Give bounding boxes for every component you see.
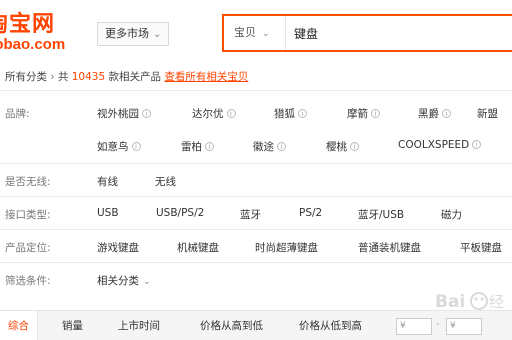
brand-option[interactable]: 樱桃 i [326, 139, 359, 154]
brand-option[interactable]: COOLXSPEED i [398, 139, 482, 151]
brand-name: COOLXSPEED [398, 139, 470, 151]
interface-option[interactable]: 磁力 [441, 207, 462, 222]
breadcrumb-separator: › [50, 71, 55, 83]
related-category-label: 相关分类 [97, 275, 139, 287]
sort-tab-price-asc[interactable]: 价格从低到高 [299, 311, 362, 340]
info-icon[interactable]: i [350, 142, 359, 151]
conditions-filter-label: 筛选条件: [5, 275, 51, 287]
divider [0, 229, 512, 230]
logo-title: 淘宝网 [0, 12, 56, 37]
info-icon[interactable]: i [226, 109, 236, 118]
info-icon[interactable]: i [371, 109, 380, 118]
breadcrumb-all-categories[interactable]: 所有分类 [5, 71, 47, 83]
positioning-option[interactable]: 机械键盘 [177, 240, 219, 255]
more-markets-label: 更多市场 [105, 27, 149, 40]
brand-name: 黑爵 [418, 108, 439, 120]
price-range-dash: - [436, 319, 440, 330]
related-category-dropdown[interactable]: 相关分类 ⌄ [97, 273, 151, 288]
chevron-down-icon: ⌄ [143, 277, 151, 287]
result-suffix: 款相关产品 [108, 71, 161, 83]
info-icon[interactable]: i [131, 142, 141, 151]
info-icon[interactable]: i [142, 109, 151, 118]
brand-name: 猎狐 [274, 108, 295, 120]
interface-option[interactable]: 蓝牙/USB [358, 207, 404, 222]
search-box: 宝贝 ⌄ [222, 14, 512, 52]
sort-tab-sales[interactable]: 销量 [62, 311, 83, 340]
info-icon[interactable]: i [277, 142, 286, 151]
brand-option[interactable]: 如意鸟 i [97, 139, 141, 154]
wireless-option[interactable]: 有线 [97, 174, 118, 189]
brand-option[interactable]: 达尔优 i [192, 106, 236, 121]
brand-name: 达尔优 [192, 108, 224, 120]
brand-name: 樱桃 [326, 141, 347, 153]
sort-bar: 综合 销量 上市时间 价格从高到低 价格从低到高 ¥ - ¥ [0, 310, 512, 340]
brand-name: 雷柏 [181, 141, 202, 153]
divider [0, 90, 512, 91]
positioning-option[interactable]: 时尚超薄键盘 [255, 240, 318, 255]
svg-text:Bai: Bai [435, 292, 465, 312]
sort-tab-new[interactable]: 上市时间 [118, 311, 160, 340]
brand-option[interactable]: 雷柏 i [181, 139, 214, 154]
brand-option[interactable]: 视外桃园 i [97, 106, 151, 121]
taobao-logo[interactable]: 淘宝网 aobao.com [0, 6, 86, 60]
brand-name: 新盟 [477, 108, 498, 120]
search-category-select[interactable]: 宝贝 ⌄ [224, 16, 286, 50]
positioning-option[interactable]: 普通装机键盘 [358, 240, 421, 255]
brand-name: 徽途 [253, 141, 274, 153]
brand-option[interactable]: 摩箭 i [347, 106, 380, 121]
chevron-down-icon: ⌄ [153, 29, 162, 40]
divider [0, 163, 512, 164]
brand-name: 视外桃园 [97, 108, 139, 120]
interface-filter-label: 接口类型: [5, 209, 51, 221]
interface-option[interactable]: PS/2 [299, 207, 322, 219]
divider [0, 196, 512, 197]
sort-tab-comprehensive[interactable]: 综合 [0, 311, 38, 340]
search-category-label: 宝贝 [234, 26, 256, 39]
brand-option[interactable]: 新盟 [477, 106, 498, 121]
info-icon[interactable]: i [442, 109, 451, 118]
logo-domain: aobao.com [0, 36, 66, 53]
wireless-option[interactable]: 无线 [155, 174, 176, 189]
info-icon[interactable]: i [472, 140, 482, 149]
sort-tab-price-desc[interactable]: 价格从高到低 [200, 311, 263, 340]
interface-option[interactable]: USB [97, 207, 119, 219]
wireless-filter-label: 是否无线: [5, 176, 51, 188]
info-icon[interactable]: i [205, 142, 214, 151]
price-min-input[interactable]: ¥ [396, 318, 432, 335]
brand-name: 摩箭 [347, 108, 368, 120]
brand-option[interactable]: 猎狐 i [274, 106, 307, 121]
chevron-down-icon: ⌄ [262, 29, 270, 39]
info-icon[interactable]: i [298, 109, 307, 118]
brand-filter-label: 品牌: [5, 108, 30, 120]
price-max-input[interactable]: ¥ [446, 318, 482, 335]
interface-option[interactable]: 蓝牙 [240, 207, 261, 222]
brand-name: 如意鸟 [97, 141, 129, 153]
more-markets-button[interactable]: 更多市场 ⌄ [97, 22, 170, 46]
positioning-option[interactable]: 游戏键盘 [97, 240, 139, 255]
view-all-related-link[interactable]: 查看所有相关宝贝 [164, 71, 248, 83]
positioning-option[interactable]: 平板键盘 [460, 240, 502, 255]
result-prefix: 共 [57, 71, 69, 83]
svg-text:经: 经 [489, 293, 504, 311]
breadcrumb: 所有分类 › 共 10435 款相关产品 查看所有相关宝贝 [5, 69, 248, 84]
search-input[interactable] [288, 16, 512, 50]
brand-option[interactable]: 黑爵 i [418, 106, 451, 121]
interface-option[interactable]: USB/PS/2 [156, 207, 204, 219]
brand-option[interactable]: 徽途 i [253, 139, 286, 154]
result-count: 10435 [71, 71, 106, 83]
positioning-filter-label: 产品定位: [5, 242, 51, 254]
divider [0, 262, 512, 263]
